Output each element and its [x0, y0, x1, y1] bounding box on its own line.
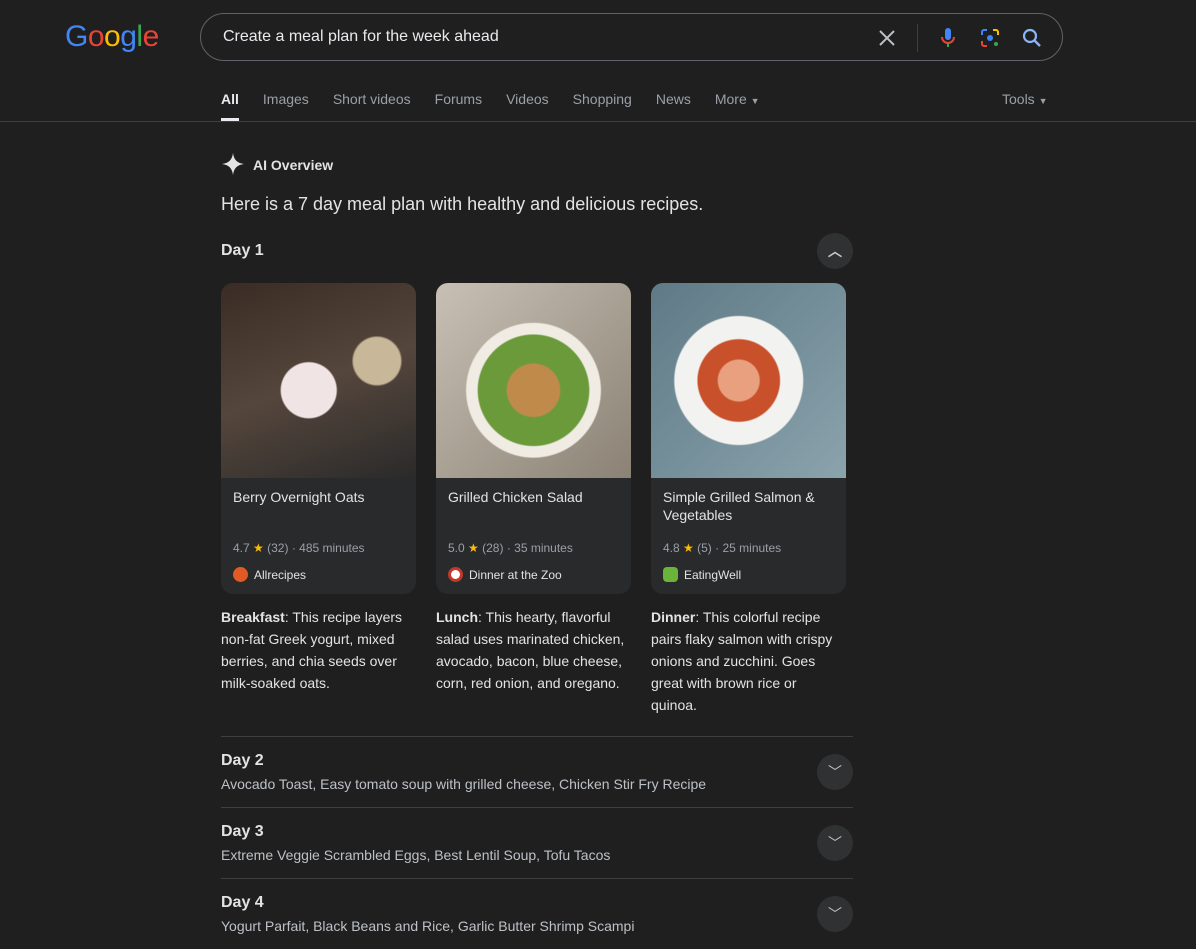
star-icon: ★	[683, 541, 694, 555]
google-logo[interactable]: Google	[65, 20, 159, 54]
chevron-down-icon[interactable]: ﹀	[817, 896, 853, 932]
recipe-meta: 5.0 ★ (28) · 35 minutes	[448, 541, 573, 555]
sparkle-icon	[221, 152, 245, 179]
chevron-down-icon[interactable]: ﹀	[817, 754, 853, 790]
day-2-row[interactable]: Day 2 Avocado Toast, Easy tomato soup wit…	[221, 736, 853, 807]
recipe-description: Lunch: This hearty, flavorful salad uses…	[436, 606, 631, 694]
recipe-source: Dinner at the Zoo	[448, 567, 562, 582]
day-3-row[interactable]: Day 3 Extreme Veggie Scrambled Eggs, Best…	[221, 807, 853, 878]
review-count: (5)	[697, 541, 712, 555]
recipe-image	[436, 283, 631, 478]
divider	[917, 24, 918, 52]
day-title: Day 3	[221, 823, 264, 840]
meal-label: Breakfast	[221, 609, 285, 625]
recipe-description: Dinner: This colorful recipe pairs flaky…	[651, 606, 846, 716]
source-name: Dinner at the Zoo	[469, 567, 562, 582]
tab-forums[interactable]: Forums	[435, 91, 482, 121]
day-4-row[interactable]: Day 4 Yogurt Parfait, Black Beans and Ric…	[221, 878, 853, 949]
cook-time: 25 minutes	[722, 541, 782, 555]
star-icon: ★	[468, 541, 479, 555]
recipe-card[interactable]: Berry Overnight Oats 4.7 ★ (32) · 485 mi…	[221, 283, 416, 594]
recipe-title: Berry Overnight Oats	[233, 489, 365, 505]
recipe-description: Breakfast: This recipe layers non-fat Gr…	[221, 606, 416, 694]
day-summary: Extreme Veggie Scrambled Eggs, Best Lent…	[221, 847, 611, 863]
overview-intro: Here is a 7 day meal plan with healthy a…	[221, 194, 704, 214]
star-icon: ★	[253, 541, 264, 555]
recipe-card[interactable]: Grilled Chicken Salad 5.0 ★ (28) · 35 mi…	[436, 283, 631, 594]
chevron-down-icon[interactable]: ﹀	[817, 825, 853, 861]
recipe-image	[651, 283, 846, 478]
day-summary: Yogurt Parfait, Black Beans and Rice, Ga…	[221, 918, 635, 934]
rating: 5.0	[448, 541, 465, 555]
review-count: (32)	[267, 541, 289, 555]
meal-label: Dinner	[651, 609, 696, 625]
divider	[0, 121, 1196, 122]
rating: 4.8	[663, 541, 680, 555]
tab-short-videos[interactable]: Short videos	[333, 91, 411, 121]
source-name: Allrecipes	[254, 567, 307, 582]
recipe-source: EatingWell	[663, 567, 741, 582]
allrecipes-icon	[233, 567, 248, 582]
day-title: Day 2	[221, 752, 264, 769]
caret-down-icon: ▼	[1038, 96, 1048, 106]
ai-overview: AI Overview Here is a 7 day meal plan wi…	[221, 150, 853, 949]
recipe-meta: 4.7 ★ (32) · 485 minutes	[233, 541, 365, 555]
source-name: EatingWell	[684, 567, 742, 582]
tab-more-label: More	[714, 91, 747, 107]
tab-news[interactable]: News	[656, 91, 691, 121]
recipe-title: Grilled Chicken Salad	[448, 489, 583, 505]
recipe-meta: 4.8 ★ (5) · 25 minutes	[663, 541, 782, 555]
rating: 4.7	[233, 541, 250, 555]
tools-label: Tools	[1002, 91, 1035, 107]
recipe-card[interactable]: Simple Grilled Salmon & Vegetables 4.8 ★…	[651, 283, 846, 594]
tab-shopping[interactable]: Shopping	[573, 91, 632, 121]
tools-button[interactable]: Tools ▼	[1002, 91, 1048, 107]
dinner-at-the-zoo-icon	[448, 567, 463, 582]
recipe-source: Allrecipes	[233, 567, 306, 582]
search-tabs: All Images Short videos Forums Videos Sh…	[221, 91, 760, 121]
tab-more[interactable]: More ▼	[715, 91, 760, 121]
day-title: Day 4	[221, 894, 264, 911]
day-1-header[interactable]: Day 1 ︿	[221, 233, 853, 269]
ai-overview-label: AI Overview	[253, 157, 334, 173]
meal-label: Lunch	[436, 609, 478, 625]
search-input[interactable]: Create a meal plan for the week ahead	[223, 28, 499, 46]
recipe-image	[221, 283, 416, 478]
eatingwell-icon	[663, 567, 678, 582]
tab-all[interactable]: All	[221, 91, 239, 121]
review-count: (28)	[482, 541, 504, 555]
search-icon[interactable]	[1020, 26, 1044, 50]
microphone-icon[interactable]	[936, 26, 960, 50]
tab-images[interactable]: Images	[263, 91, 309, 121]
recipe-title: Simple Grilled Salmon & Vegetables	[663, 489, 815, 523]
day-summary: Avocado Toast, Easy tomato soup with gri…	[221, 776, 707, 792]
lens-icon[interactable]	[978, 26, 1002, 50]
tab-videos[interactable]: Videos	[506, 91, 549, 121]
caret-down-icon: ▼	[750, 96, 760, 106]
cook-time: 35 minutes	[514, 541, 573, 555]
chevron-up-icon[interactable]: ︿	[817, 233, 853, 269]
clear-icon[interactable]	[875, 26, 899, 50]
cook-time: 485 minutes	[299, 541, 365, 555]
day-title: Day 1	[221, 242, 264, 259]
search-box[interactable]: Create a meal plan for the week ahead	[200, 13, 1063, 61]
